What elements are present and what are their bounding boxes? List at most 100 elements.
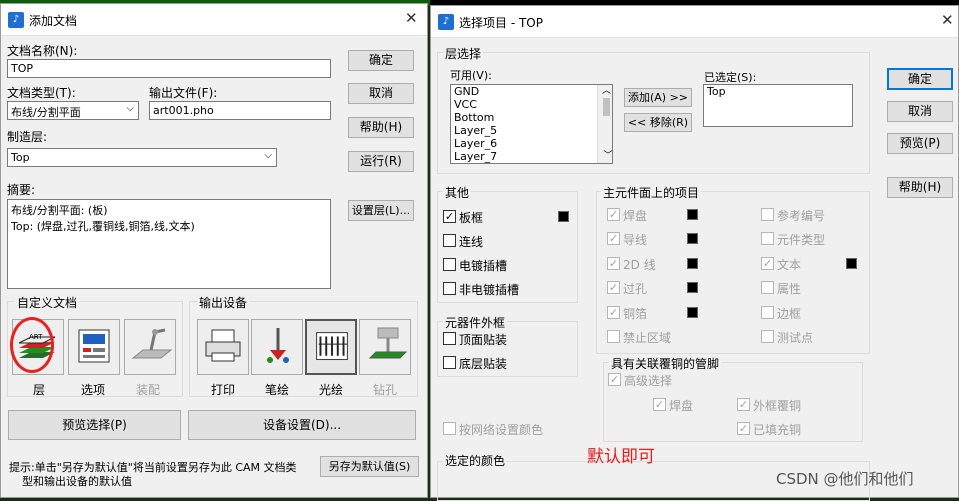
2d-line-checkbox[interactable]: ✓ — [607, 257, 620, 270]
trace-label: 导线 — [623, 233, 648, 247]
via-checkbox[interactable]: ✓ — [607, 281, 620, 294]
scroll-down-icon[interactable]: ﹀ — [601, 150, 615, 163]
pad-label: 焊盘 — [623, 209, 648, 223]
set-layer-button[interactable]: 设置层(L)... — [348, 200, 414, 221]
assembly-icon-label: 装配 — [136, 383, 161, 397]
board-outline-color-swatch[interactable] — [558, 211, 569, 222]
available-listbox[interactable]: GND VCC Bottom Layer_5 Layer_6 Layer_7 ︿… — [450, 84, 613, 164]
top-mount-checkbox[interactable] — [443, 332, 456, 345]
summary-label: 摘要: — [7, 183, 36, 197]
app-icon: ♪ — [8, 12, 24, 28]
nonplated-slot-checkbox[interactable] — [443, 282, 456, 295]
scroll-thumb[interactable] — [603, 98, 610, 116]
output-file-input[interactable]: art001.pho — [149, 101, 331, 120]
add-document-dialog: ♪ 添加文档 ✕ 文档名称(N): TOP 文档类型(T): 布线/分割平面 ⌵ … — [0, 3, 428, 498]
ref-des-label: 参考编号 — [777, 209, 826, 223]
advanced-select-checkbox[interactable]: ✓ — [608, 373, 621, 386]
attribute-checkbox[interactable] — [761, 281, 774, 294]
test-point-label: 测试点 — [777, 331, 814, 345]
drill-icon-button[interactable] — [359, 319, 411, 375]
list-item[interactable]: Bottom — [451, 111, 612, 124]
trace-checkbox[interactable]: ✓ — [607, 232, 620, 245]
list-scrollbar[interactable]: ︿ ﹀ — [597, 85, 615, 163]
pad-color-swatch[interactable] — [687, 209, 698, 220]
copper-color-swatch[interactable] — [687, 307, 698, 318]
doc-type-select[interactable]: 布线/分割平面 ⌵ — [7, 101, 139, 120]
pen-plotter-icon — [267, 328, 289, 363]
layer-icon-label: 层 — [33, 383, 46, 397]
available-label: 可用(V): — [450, 69, 492, 82]
filled-copper-checkbox[interactable]: ✓ — [737, 422, 750, 435]
close-icon[interactable]: ✕ — [405, 9, 418, 27]
copper-checkbox[interactable]: ✓ — [607, 306, 620, 319]
connection-checkbox[interactable] — [443, 234, 456, 247]
photo-plot-icon-button[interactable] — [305, 319, 357, 375]
help-button[interactable]: 帮助(H) — [348, 117, 414, 138]
plated-slot-checkbox[interactable] — [443, 258, 456, 271]
pad-checkbox[interactable]: ✓ — [607, 208, 620, 221]
ok-button[interactable]: 确定 — [887, 68, 953, 90]
highlight-circle — [10, 317, 54, 373]
device-setup-button[interactable]: 设备设置(D)... — [188, 410, 416, 440]
outline-copper-checkbox[interactable]: ✓ — [737, 398, 750, 411]
selected-listbox[interactable]: Top — [703, 84, 853, 127]
layer-select[interactable]: Top ⌵ — [7, 148, 277, 167]
chevron-down-icon: ⌵ — [264, 150, 272, 161]
help-button[interactable]: 帮助(H) — [887, 177, 953, 198]
preview-selection-button[interactable]: 预览选择(P) — [8, 410, 181, 440]
title-bar: ♪ 选择项目 - TOP ✕ — [431, 6, 958, 38]
keepout-checkbox[interactable] — [607, 330, 620, 343]
advanced-select-label: 高级选择 — [624, 374, 673, 388]
pins-pad-checkbox[interactable]: ✓ — [653, 398, 666, 411]
assembly-icon — [131, 328, 173, 359]
top-mount-label: 顶面贴装 — [459, 333, 508, 347]
save-default-button[interactable]: 另存为默认值(S) — [320, 456, 419, 477]
test-point-checkbox[interactable] — [761, 330, 774, 343]
list-item[interactable]: Layer_6 — [451, 137, 612, 150]
list-item[interactable]: Layer_5 — [451, 124, 612, 137]
photo-icon-label: 光绘 — [319, 383, 344, 397]
text-color-swatch[interactable] — [846, 258, 857, 269]
connection-label: 连线 — [459, 235, 484, 249]
scroll-up-icon[interactable]: ︿ — [601, 85, 612, 98]
close-icon[interactable]: ✕ — [941, 11, 954, 29]
net-color-checkbox[interactable] — [443, 422, 456, 435]
ref-des-checkbox[interactable] — [761, 208, 774, 221]
list-item[interactable]: GND — [451, 85, 612, 98]
text-checkbox[interactable]: ✓ — [761, 257, 774, 270]
layer-selection-group-title: 层选择 — [443, 45, 484, 62]
options-icon-button[interactable] — [68, 319, 120, 375]
add-button[interactable]: 添加(A) >> — [624, 88, 692, 107]
preview-button[interactable]: 预览(P) — [887, 133, 953, 154]
doc-type-value: 布线/分割平面 — [11, 106, 81, 119]
other-group-title: 其他 — [443, 184, 472, 201]
border-checkbox[interactable] — [761, 306, 774, 319]
doc-name-input[interactable]: TOP — [7, 59, 331, 78]
cancel-button[interactable]: 取消 — [887, 101, 953, 122]
via-color-swatch[interactable] — [687, 282, 698, 293]
photo-plot-icon — [316, 332, 348, 361]
part-type-checkbox[interactable] — [761, 232, 774, 245]
list-item[interactable]: VCC — [451, 98, 612, 111]
2d-line-color-swatch[interactable] — [687, 258, 698, 269]
assembly-icon-button[interactable] — [124, 319, 176, 375]
printer-icon — [205, 329, 241, 362]
doc-type-label: 文档类型(T): — [7, 86, 76, 100]
options-icon — [78, 329, 110, 363]
board-outline-checkbox[interactable]: ✓ — [443, 210, 456, 223]
ok-button[interactable]: 确定 — [348, 50, 414, 71]
list-item[interactable]: Top — [704, 85, 852, 98]
print-icon-button[interactable] — [197, 319, 249, 375]
pen-plot-icon-button[interactable] — [251, 319, 303, 375]
bottom-mount-checkbox[interactable] — [443, 356, 456, 369]
filled-copper-label: 已填充铜 — [753, 423, 802, 437]
trace-color-swatch[interactable] — [687, 233, 698, 244]
pins-pad-label: 焊盘 — [669, 399, 694, 413]
run-button[interactable]: 运行(R) — [348, 151, 414, 172]
watermark: CSDN @他们和他们 — [776, 470, 914, 488]
list-item[interactable]: Layer_7 — [451, 150, 612, 163]
remove-button[interactable]: << 移除(R) — [624, 113, 692, 132]
border-label: 边框 — [777, 307, 802, 321]
cancel-button[interactable]: 取消 — [348, 83, 414, 104]
drill-icon-label: 钻孔 — [373, 383, 398, 397]
